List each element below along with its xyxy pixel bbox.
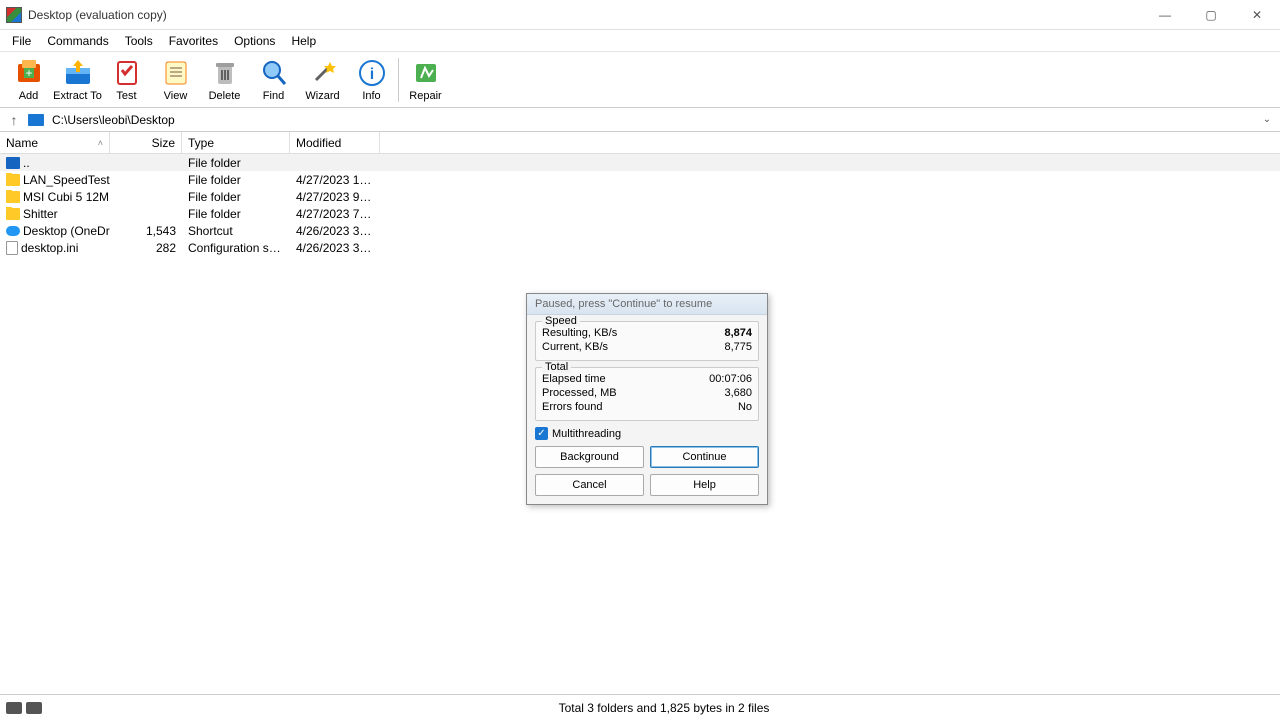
errors-found: No (738, 401, 752, 413)
up-button[interactable]: ↑ (4, 112, 24, 128)
status-icon-1[interactable] (6, 702, 22, 714)
app-icon (6, 7, 22, 23)
address-bar: ↑ C:\Users\leobi\Desktop ⌄ (0, 108, 1280, 132)
speed-resulting: 8,874 (724, 327, 752, 339)
address-dropdown[interactable]: ⌄ (1258, 114, 1276, 125)
cancel-button[interactable]: Cancel (535, 474, 644, 496)
menu-tools[interactable]: Tools (117, 32, 161, 50)
file-list: .. File folder LAN_SpeedTestP... File fo… (0, 154, 1280, 256)
window-title: Desktop (evaluation copy) (28, 8, 1142, 22)
up-folder-icon (6, 157, 20, 169)
file-list-header: Name˄ Size Type Modified (0, 132, 1280, 154)
speed-current: 8,775 (724, 341, 752, 353)
dialog-title: Paused, press "Continue" to resume (527, 294, 767, 315)
statusbar: Total 3 folders and 1,825 bytes in 2 fil… (0, 694, 1280, 720)
menubar: File Commands Tools Favorites Options He… (0, 30, 1280, 52)
speed-group: Speed Resulting, KB/s8,874 Current, KB/s… (535, 321, 759, 361)
col-type[interactable]: Type (182, 132, 290, 153)
delete-icon (210, 58, 240, 88)
menu-help[interactable]: Help (283, 32, 324, 50)
tool-delete[interactable]: Delete (200, 54, 249, 106)
menu-commands[interactable]: Commands (39, 32, 116, 50)
tool-add[interactable]: +Add (4, 54, 53, 106)
menu-file[interactable]: File (4, 32, 39, 50)
cloud-icon (6, 226, 20, 236)
menu-options[interactable]: Options (226, 32, 283, 50)
tool-extract-to[interactable]: Extract To (53, 54, 102, 106)
minimize-button[interactable]: ― (1142, 0, 1188, 30)
test-icon (112, 58, 142, 88)
extract-icon (63, 58, 93, 88)
folder-icon (6, 174, 20, 186)
repair-icon (411, 58, 441, 88)
add-icon: + (14, 58, 44, 88)
info-icon: i (357, 58, 387, 88)
tool-info[interactable]: iInfo (347, 54, 396, 106)
maximize-button[interactable]: ▢ (1188, 0, 1234, 30)
total-group: Total Elapsed time00:07:06 Processed, MB… (535, 367, 759, 421)
file-row[interactable]: Shitter File folder 4/27/2023 7:21 ... (0, 205, 1280, 222)
file-row[interactable]: LAN_SpeedTestP... File folder 4/27/2023 … (0, 171, 1280, 188)
file-row[interactable]: desktop.ini 282 Configuration setti... 4… (0, 239, 1280, 256)
progress-dialog: Paused, press "Continue" to resume Speed… (526, 293, 768, 505)
tool-view[interactable]: View (151, 54, 200, 106)
svg-text:i: i (369, 66, 373, 83)
help-button[interactable]: Help (650, 474, 759, 496)
status-icon-2[interactable] (26, 702, 42, 714)
address-path[interactable]: C:\Users\leobi\Desktop (48, 111, 1254, 129)
processed-mb: 3,680 (724, 387, 752, 399)
file-row[interactable]: Desktop (OneDri... 1,543 Shortcut 4/26/2… (0, 222, 1280, 239)
multithreading-checkbox[interactable]: ✓ Multithreading (535, 427, 759, 440)
status-text: Total 3 folders and 1,825 bytes in 2 fil… (48, 701, 1280, 715)
checkbox-checked-icon: ✓ (535, 427, 548, 440)
tool-find[interactable]: Find (249, 54, 298, 106)
col-modified[interactable]: Modified (290, 132, 380, 153)
file-row[interactable]: .. File folder (0, 154, 1280, 171)
file-row[interactable]: MSI Cubi 5 12M File folder 4/27/2023 9:3… (0, 188, 1280, 205)
elapsed-time: 00:07:06 (709, 373, 752, 385)
col-size[interactable]: Size (110, 132, 182, 153)
find-icon (259, 58, 289, 88)
drive-icon (28, 114, 44, 126)
col-name[interactable]: Name˄ (0, 132, 110, 153)
toolbar: +Add Extract To Test View Delete Find Wi… (0, 52, 1280, 108)
view-icon (161, 58, 191, 88)
tool-repair[interactable]: Repair (401, 54, 450, 106)
sort-indicator-icon: ˄ (98, 138, 103, 148)
titlebar: Desktop (evaluation copy) ― ▢ ✕ (0, 0, 1280, 30)
toolbar-separator (398, 58, 399, 102)
folder-icon (6, 191, 20, 203)
menu-favorites[interactable]: Favorites (161, 32, 226, 50)
folder-icon (6, 208, 20, 220)
tool-test[interactable]: Test (102, 54, 151, 106)
wizard-icon (308, 58, 338, 88)
background-button[interactable]: Background (535, 446, 644, 468)
svg-text:+: + (25, 66, 32, 80)
continue-button[interactable]: Continue (650, 446, 759, 468)
ini-file-icon (6, 241, 18, 255)
tool-wizard[interactable]: Wizard (298, 54, 347, 106)
close-button[interactable]: ✕ (1234, 0, 1280, 30)
